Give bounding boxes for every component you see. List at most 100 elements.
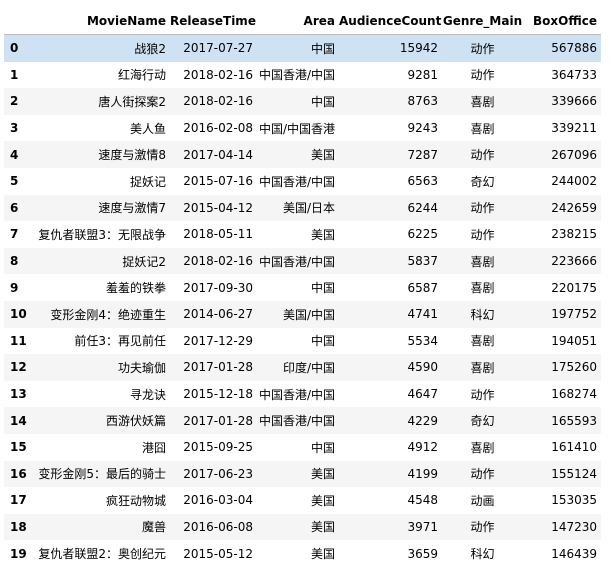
cell-audiencecount: 4590 xyxy=(407,360,438,375)
table-row: 12 功夫瑜伽 2017-01-28 印度/中国 4590 喜剧 175260 xyxy=(4,354,601,381)
table-row: 9 羞羞的铁拳 2017-09-30 中国 6587 喜剧 220175 xyxy=(4,274,601,301)
cell-area: 美国 xyxy=(310,520,335,535)
cell-boxoffice: 339666 xyxy=(551,94,597,109)
cell-boxoffice: 244002 xyxy=(551,174,597,189)
cell-boxoffice: 165593 xyxy=(551,413,597,428)
cell-releasetime: 2017-07-27 xyxy=(183,41,253,56)
cell-genre-main: 奇幻 xyxy=(470,174,495,189)
table-row: 11 前任3：再见前任 2017-12-29 中国 5534 喜剧 194051 xyxy=(4,327,601,355)
cell-audiencecount: 6225 xyxy=(407,227,438,242)
row-index: 13 xyxy=(10,387,27,402)
cell-genre-main: 科幻 xyxy=(470,547,495,562)
cell-releasetime: 2015-09-25 xyxy=(183,440,253,455)
cell-genre-main: 动作 xyxy=(470,227,495,242)
cell-audiencecount: 4229 xyxy=(407,413,438,428)
cell-moviename: 捉妖记 xyxy=(129,174,166,189)
cell-boxoffice: 168274 xyxy=(551,387,597,402)
cell-audiencecount: 8763 xyxy=(407,94,438,109)
cell-audiencecount: 5837 xyxy=(407,254,438,269)
cell-genre-main: 喜剧 xyxy=(470,334,495,349)
cell-audiencecount: 4912 xyxy=(407,440,438,455)
column-header-area: Area xyxy=(257,8,339,35)
row-index: 7 xyxy=(10,227,19,242)
table-row: 4 速度与激情8 2017-04-14 美国 7287 动作 267096 xyxy=(4,141,601,168)
cell-audiencecount: 7287 xyxy=(407,147,438,162)
cell-genre-main: 动作 xyxy=(470,68,495,83)
cell-area: 美国 xyxy=(310,227,335,242)
cell-moviename: 美人鱼 xyxy=(129,121,166,136)
table-row: 3 美人鱼 2016-02-08 中国/中国香港 9243 喜剧 339211 xyxy=(4,114,601,142)
cell-moviename: 变形金刚4：绝迹重生 xyxy=(50,307,166,322)
cell-boxoffice: 242659 xyxy=(551,200,597,215)
cell-area: 中国香港/中国 xyxy=(258,68,335,83)
cell-genre-main: 科幻 xyxy=(470,307,495,322)
cell-moviename: 功夫瑜伽 xyxy=(117,360,166,375)
cell-releasetime: 2018-02-16 xyxy=(183,94,253,109)
cell-moviename: 变形金刚5：最后的骑士 xyxy=(38,467,166,482)
table-row: 0 战狼2 2017-07-27 中国 15942 动作 567886 xyxy=(4,34,601,62)
cell-genre-main: 奇幻 xyxy=(470,414,495,429)
cell-releasetime: 2015-05-12 xyxy=(183,546,253,561)
cell-area: 中国 xyxy=(310,334,335,349)
cell-area: 中国香港/中国 xyxy=(258,254,335,269)
cell-area: 美国/中国 xyxy=(282,307,335,322)
cell-audiencecount: 3659 xyxy=(407,546,438,561)
row-index: 2 xyxy=(10,94,19,109)
cell-audiencecount: 4199 xyxy=(407,466,438,481)
dataframe-output: MovieName ReleaseTime Area AudienceCount… xyxy=(4,8,601,567)
table-row: 13 寻龙诀 2015-12-18 中国香港/中国 4647 动作 168274 xyxy=(4,380,601,408)
cell-releasetime: 2016-03-04 xyxy=(183,493,253,508)
cell-genre-main: 喜剧 xyxy=(470,360,495,375)
cell-area: 美国/日本 xyxy=(282,201,335,216)
table-row: 6 速度与激情7 2015-04-12 美国/日本 6244 动作 242659 xyxy=(4,194,601,222)
cell-genre-main: 动作 xyxy=(470,387,495,402)
table-row: 7 复仇者联盟3：无限战争 2018-05-11 美国 6225 动作 238215 xyxy=(4,221,601,248)
cell-boxoffice: 194051 xyxy=(551,333,597,348)
cell-releasetime: 2014-06-27 xyxy=(183,307,253,322)
table-row: 14 西游伏妖篇 2017-01-28 中国香港/中国 4229 奇幻 165593 xyxy=(4,407,601,434)
cell-releasetime: 2017-04-14 xyxy=(183,147,253,162)
row-index: 9 xyxy=(10,280,19,295)
table-row: 5 捉妖记 2015-07-16 中国香港/中国 6563 奇幻 244002 xyxy=(4,167,601,195)
cell-boxoffice: 155124 xyxy=(551,466,597,481)
cell-audiencecount: 3971 xyxy=(407,519,438,534)
cell-area: 美国 xyxy=(310,467,335,482)
cell-area: 中国 xyxy=(310,281,335,296)
cell-releasetime: 2017-01-28 xyxy=(183,360,253,375)
cell-releasetime: 2018-02-16 xyxy=(183,254,253,269)
row-index: 14 xyxy=(10,413,27,428)
row-index: 8 xyxy=(10,254,19,269)
cell-moviename: 战狼2 xyxy=(134,41,166,56)
row-index: 4 xyxy=(10,147,19,162)
cell-releasetime: 2018-02-16 xyxy=(183,67,253,82)
table-row: 18 魔兽 2016-06-08 美国 3971 动作 147230 xyxy=(4,513,601,541)
cell-boxoffice: 147230 xyxy=(551,519,597,534)
cell-boxoffice: 161410 xyxy=(551,440,597,455)
row-index: 16 xyxy=(10,466,27,481)
row-index: 12 xyxy=(10,360,27,375)
cell-boxoffice: 567886 xyxy=(551,41,597,56)
cell-boxoffice: 220175 xyxy=(551,280,597,295)
cell-audiencecount: 6563 xyxy=(407,174,438,189)
cell-boxoffice: 146439 xyxy=(551,546,597,561)
cell-moviename: 捉妖记2 xyxy=(122,254,166,269)
cell-moviename: 唐人街探案2 xyxy=(98,94,166,109)
cell-boxoffice: 197752 xyxy=(551,307,597,322)
cell-boxoffice: 238215 xyxy=(551,227,597,242)
cell-area: 中国 xyxy=(310,440,335,455)
cell-genre-main: 喜剧 xyxy=(470,121,495,136)
cell-moviename: 港囧 xyxy=(141,440,166,455)
cell-audiencecount: 6244 xyxy=(407,200,438,215)
table-row: 16 变形金刚5：最后的骑士 2017-06-23 美国 4199 动作 155124 xyxy=(4,460,601,488)
cell-genre-main: 喜剧 xyxy=(470,440,495,455)
column-header-audiencecount: AudienceCount xyxy=(339,8,442,35)
cell-genre-main: 喜剧 xyxy=(470,94,495,109)
cell-releasetime: 2015-04-12 xyxy=(183,200,253,215)
cell-genre-main: 动作 xyxy=(470,41,495,56)
cell-audiencecount: 9281 xyxy=(407,67,438,82)
cell-audiencecount: 15942 xyxy=(399,41,438,56)
cell-boxoffice: 339211 xyxy=(551,121,597,136)
cell-releasetime: 2017-06-23 xyxy=(183,466,253,481)
cell-genre-main: 动作 xyxy=(470,467,495,482)
table-row: 17 疯狂动物城 2016-03-04 美国 4548 动画 153035 xyxy=(4,487,601,514)
